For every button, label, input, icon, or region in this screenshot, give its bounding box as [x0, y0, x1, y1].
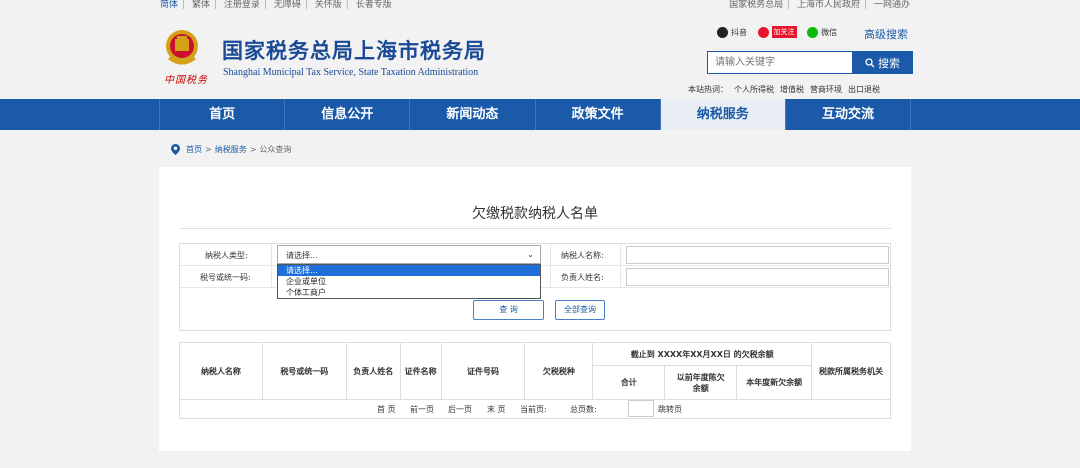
link-login[interactable]: 注册登录 — [224, 0, 260, 10]
col-header: 税号或统一码 — [261, 342, 347, 400]
content-panel: 欠缴税款纳税人名单 纳税人类型: 请选择... ⌄ 纳税人名称: 税号或统一码:… — [159, 167, 911, 451]
col-header: 证件名称 — [399, 342, 442, 400]
link-one-net[interactable]: 一网通办 — [874, 0, 910, 10]
cell-divider — [271, 266, 272, 288]
main-nav: 首页 信息公开 新闻动态 政策文件 纳税服务 互动交流 — [0, 99, 1080, 130]
nav-policy[interactable]: 政策文件 — [534, 99, 660, 130]
social-links: 抖音 加关注 微信 — [717, 26, 845, 42]
cell-divider — [271, 244, 272, 266]
cell-divider — [620, 244, 621, 266]
link-care-version[interactable]: 关怀版 — [315, 0, 342, 10]
pager-goto[interactable]: 跳转页 — [658, 404, 682, 415]
link-simplified[interactable]: 简体 — [160, 0, 178, 10]
col-header: 税款所属税务机关 — [811, 342, 891, 400]
taxpayer-type-label: 纳税人类型: — [205, 251, 248, 260]
top-left-links: 简体 | 繁体 | 注册登录 | 无障碍 | 关怀版 | 长者专版 — [160, 0, 392, 10]
query-all-button[interactable]: 全部查询 — [555, 300, 605, 320]
nav-info-disclosure[interactable]: 信息公开 — [284, 99, 409, 130]
query-button[interactable]: 查 询 — [473, 300, 544, 320]
col-header: 负责人姓名 — [345, 342, 401, 400]
douyin-label: 抖音 — [731, 27, 747, 37]
search-button[interactable]: 搜索 — [852, 51, 913, 74]
group-header: 截止到 XXXX年XX月XX日 的欠税余额 — [592, 342, 813, 366]
link-traditional[interactable]: 繁体 — [192, 0, 210, 10]
breadcrumb: 首页 > 纳税服务 > 公众查询 — [171, 144, 291, 155]
douyin-link[interactable]: 抖音 — [717, 26, 747, 38]
page-title: 欠缴税款纳税人名单 — [472, 206, 598, 222]
site-subtitle: Shanghai Municipal Tax Service, State Ta… — [223, 67, 479, 78]
nav-news[interactable]: 新闻动态 — [409, 99, 534, 130]
dropdown-option[interactable]: 请选择... — [278, 265, 540, 276]
hot-words: 本站热词： 个人所得税 增值税 营商环境 出口退税 — [688, 84, 886, 95]
taxpayer-type-select[interactable]: 请选择... ⌄ — [277, 245, 541, 264]
search-icon — [865, 57, 875, 67]
link-shanghai-gov[interactable]: 上海市人民政府 — [797, 0, 860, 10]
nav-home[interactable]: 首页 — [159, 99, 284, 130]
title-divider — [179, 228, 891, 229]
link-sta[interactable]: 国家税务总局 — [729, 0, 783, 10]
breadcrumb-separator: > — [249, 145, 257, 154]
pagination: 首 页 前一页 后一页 末 页 当前页: 总页数: 跳转页 — [179, 399, 891, 419]
search-input[interactable] — [707, 51, 853, 74]
sub-header: 合计 — [592, 365, 666, 400]
responsible-person-input[interactable] — [626, 268, 889, 286]
dropdown-option[interactable]: 企业或单位 — [278, 276, 540, 287]
weixin-icon — [807, 26, 819, 38]
emblem-caption: 中国税务 — [164, 75, 208, 86]
taxpayer-name-label: 纳税人名称: — [561, 251, 604, 260]
col-header: 证件号码 — [440, 342, 526, 400]
weixin-label: 微信 — [821, 27, 838, 37]
pager-current-label: 当前页: — [520, 405, 547, 414]
taxpayer-type-value: 请选择... — [286, 251, 318, 260]
advanced-search-link[interactable]: 高级搜索 — [864, 26, 908, 42]
form-row: 纳税人类型: 请选择... ⌄ 纳税人名称: — [180, 244, 892, 266]
weibo-follow-badge: 加关注 — [771, 26, 797, 38]
tax-id-label: 税号或统一码: — [200, 273, 251, 282]
pager-last[interactable]: 末 页 — [487, 404, 506, 415]
pager-first[interactable]: 首 页 — [377, 404, 396, 415]
weibo-link[interactable]: 加关注 — [757, 26, 797, 38]
col-header: 欠税税种 — [524, 342, 594, 400]
hot-word[interactable]: 营商环境 — [810, 85, 842, 94]
taxpayer-name-input[interactable] — [626, 246, 889, 264]
sub-header: 以前年度陈欠余额 — [664, 365, 738, 400]
hot-word[interactable]: 个人所得税 — [734, 85, 774, 94]
hot-word[interactable]: 增值税 — [780, 85, 804, 94]
link-accessibility[interactable]: 无障碍 — [274, 0, 301, 10]
cell-divider — [550, 244, 551, 266]
goto-page-input[interactable] — [628, 400, 654, 417]
sub-header: 本年度新欠余额 — [736, 365, 813, 400]
dropdown-option[interactable]: 个体工商户 — [278, 287, 540, 298]
hot-word[interactable]: 出口退税 — [848, 85, 880, 94]
query-form: 纳税人类型: 请选择... ⌄ 纳税人名称: 税号或统一码: 负责人姓名: 请选… — [179, 243, 892, 331]
top-right-links: 国家税务总局 | 上海市人民政府 | 一网通办 — [729, 0, 910, 10]
site-title[interactable]: 国家税务总局上海市税务局 — [222, 35, 486, 65]
weibo-icon — [757, 26, 769, 38]
hot-words-label: 本站热词： — [688, 85, 728, 94]
top-utility-bar: 简体 | 繁体 | 注册登录 | 无障碍 | 关怀版 | 长者专版 国家税务总局 | 上海市… — [0, 0, 1080, 12]
breadcrumb-home[interactable]: 首页 — [186, 144, 202, 155]
search-button-label: 搜索 — [878, 56, 900, 70]
location-pin-icon — [171, 144, 180, 155]
breadcrumb-separator: > — [205, 145, 212, 154]
nav-tax-service[interactable]: 纳税服务 — [659, 99, 785, 130]
weixin-link[interactable]: 微信 — [807, 26, 838, 38]
nav-interaction[interactable]: 互动交流 — [784, 99, 912, 130]
taxpayer-type-dropdown: 请选择... 企业或单位 个体工商户 — [277, 264, 541, 299]
results-table: 纳税人名称 税号或统一码 负责人姓名 证件名称 证件号码 欠税税种 截止到 XX… — [179, 342, 891, 400]
breadcrumb-section[interactable]: 纳税服务 — [215, 144, 247, 155]
site-header: 中国税务 国家税务总局上海市税务局 Shanghai Municipal Tax… — [0, 12, 1080, 99]
cell-divider — [550, 266, 551, 288]
breadcrumb-current: 公众查询 — [259, 145, 292, 154]
pager-prev[interactable]: 前一页 — [410, 404, 434, 415]
link-elder-version[interactable]: 长者专版 — [356, 0, 392, 10]
pager-total-label: 总页数: — [570, 405, 597, 414]
col-header: 纳税人名称 — [179, 342, 263, 400]
douyin-icon — [717, 26, 728, 38]
cell-divider — [620, 266, 621, 288]
chevron-down-icon: ⌄ — [527, 250, 534, 259]
responsible-person-label: 负责人姓名: — [561, 273, 604, 282]
tax-emblem-icon — [163, 28, 201, 68]
pager-next[interactable]: 后一页 — [448, 404, 472, 415]
